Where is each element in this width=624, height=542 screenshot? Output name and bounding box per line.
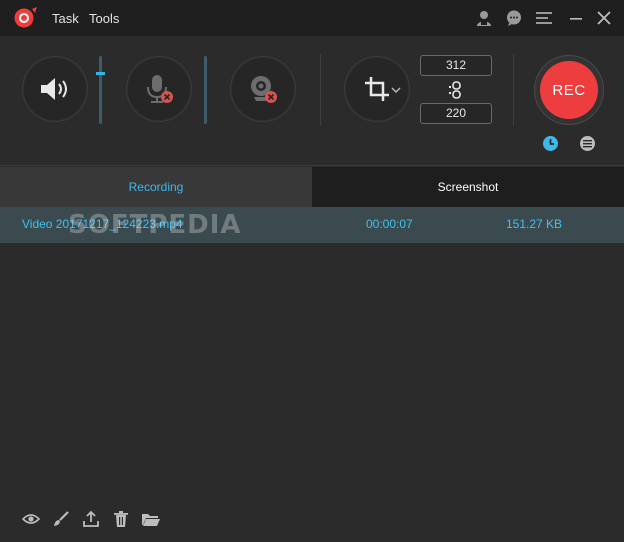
height-input[interactable]: 220	[420, 103, 492, 124]
preview-eye-icon[interactable]	[21, 510, 41, 528]
edit-brush-icon[interactable]	[51, 510, 71, 528]
close-icon[interactable]	[594, 8, 614, 28]
tab-bar: Recording Screenshot	[0, 167, 624, 207]
crop-icon	[365, 77, 389, 101]
control-panel: 312 220 REC	[0, 36, 624, 166]
app-logo-icon	[14, 7, 37, 28]
microphone-volume-slider[interactable]	[204, 56, 207, 124]
file-size: 151.27 KB	[506, 217, 563, 231]
trash-icon[interactable]	[111, 510, 131, 528]
account-icon[interactable]	[474, 8, 494, 28]
minimize-icon[interactable]	[566, 8, 586, 28]
rec-label: REC	[540, 61, 598, 119]
microphone-button[interactable]	[126, 56, 192, 122]
tab-screenshot[interactable]: Screenshot	[312, 167, 624, 207]
microphone-off-icon	[147, 75, 173, 103]
task-schedule-icon[interactable]	[541, 134, 559, 152]
chevron-down-icon[interactable]	[390, 83, 402, 95]
recording-list: Video 20171217_124223.mp4 00:00:07 151.2…	[0, 207, 624, 497]
record-length-icon[interactable]	[578, 134, 596, 152]
width-input[interactable]: 312	[420, 55, 492, 76]
share-upload-icon[interactable]	[81, 510, 101, 528]
link-ratio-icon[interactable]	[448, 81, 464, 99]
menu-tools[interactable]: Tools	[89, 11, 119, 26]
separator	[513, 54, 514, 126]
system-volume-slider[interactable]	[96, 56, 105, 124]
volume-slider-knob[interactable]	[96, 72, 105, 75]
tab-recording[interactable]: Recording	[0, 167, 312, 207]
file-duration: 00:00:07	[366, 217, 413, 231]
feedback-icon[interactable]	[504, 8, 524, 28]
webcam-button[interactable]	[230, 56, 296, 122]
watermark: SOFTPEDIA	[68, 210, 242, 240]
separator	[320, 54, 321, 126]
menu-task[interactable]: Task	[52, 11, 79, 26]
rec-button[interactable]: REC	[534, 55, 604, 125]
table-row[interactable]: Video 20171217_124223.mp4 00:00:07 151.2…	[0, 207, 624, 243]
system-sound-button[interactable]	[22, 56, 88, 122]
title-bar: Task Tools	[0, 0, 624, 36]
webcam-off-icon	[251, 76, 277, 103]
menu-hamburger-icon[interactable]	[534, 8, 554, 28]
speaker-icon	[41, 78, 67, 100]
open-folder-icon[interactable]	[141, 510, 161, 528]
